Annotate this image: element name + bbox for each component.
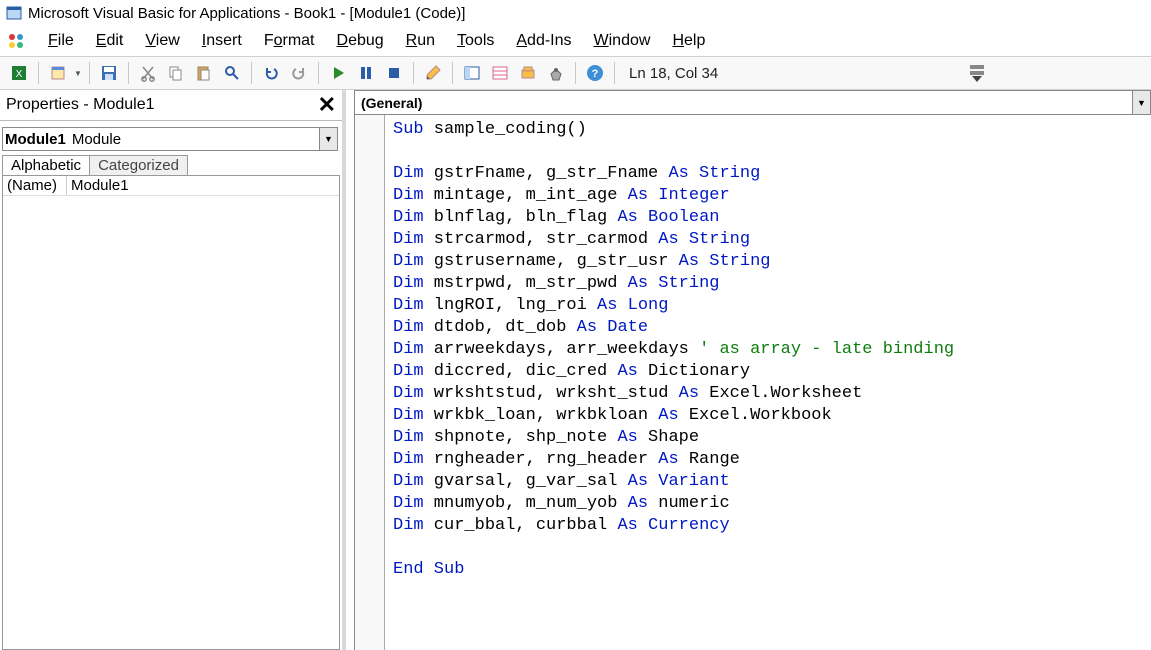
properties-window-button[interactable]	[487, 60, 513, 86]
property-key: (Name)	[3, 176, 67, 195]
menu-view[interactable]: View	[135, 30, 189, 52]
toolbar: X ▼ ? Ln 18, Col 34	[0, 56, 1151, 90]
code-panel: (General) ▼ Sub sample_coding() Dim gstr…	[354, 90, 1151, 650]
main-area: Properties - Module1 ✕ Module1 Module ▼ …	[0, 90, 1151, 650]
svg-text:X: X	[16, 69, 23, 80]
menu-debug[interactable]: Debug	[327, 30, 394, 52]
object-combo[interactable]: (General) ▼	[355, 91, 1151, 114]
properties-tabs: Alphabetic Categorized	[0, 155, 342, 175]
code-body: Sub sample_coding() Dim gstrFname, g_str…	[355, 115, 1151, 650]
menu-help[interactable]: Help	[662, 30, 715, 52]
titlebar: Microsoft Visual Basic for Applications …	[0, 0, 1151, 26]
menu-insert[interactable]: Insert	[192, 30, 252, 52]
chevron-down-icon[interactable]: ▼	[319, 128, 337, 150]
redo-button[interactable]	[286, 60, 312, 86]
object-selector[interactable]: Module1 Module ▼	[2, 127, 338, 151]
svg-text:?: ?	[592, 68, 599, 80]
vba-app-icon	[6, 5, 22, 21]
object-browser-button[interactable]	[515, 60, 541, 86]
view-excel-button[interactable]: X	[6, 60, 32, 86]
menu-file[interactable]: File	[38, 30, 84, 52]
cut-button[interactable]	[135, 60, 161, 86]
design-mode-button[interactable]	[420, 60, 446, 86]
vba-tool-icon	[6, 31, 26, 51]
menu-run[interactable]: Run	[396, 30, 445, 52]
help-button[interactable]: ?	[582, 60, 608, 86]
tab-alphabetic[interactable]: Alphabetic	[2, 155, 90, 175]
window-title: Microsoft Visual Basic for Applications …	[28, 5, 465, 22]
toolbar-overflow[interactable]	[969, 64, 985, 82]
run-button[interactable]	[325, 60, 351, 86]
property-value[interactable]: Module1	[67, 176, 133, 195]
close-icon[interactable]: ✕	[314, 92, 340, 118]
copy-button[interactable]	[163, 60, 189, 86]
find-button[interactable]	[219, 60, 245, 86]
insert-dropdown[interactable]: ▼	[73, 60, 83, 86]
object-name: Module1	[5, 131, 66, 148]
menu-window[interactable]: Window	[584, 30, 661, 52]
paste-button[interactable]	[191, 60, 217, 86]
object-type: Module	[72, 131, 121, 148]
insert-module-button[interactable]	[45, 60, 71, 86]
properties-title: Properties - Module1	[6, 96, 155, 114]
menu-format[interactable]: Format	[254, 30, 325, 52]
object-combo-value: (General)	[361, 95, 422, 111]
properties-grid: (Name) Module1	[2, 175, 340, 650]
menu-edit[interactable]: Edit	[86, 30, 134, 52]
code-header: (General) ▼	[355, 91, 1151, 115]
property-row[interactable]: (Name) Module1	[3, 176, 339, 196]
chevron-down-icon[interactable]: ▼	[1132, 91, 1150, 114]
toolbox-button[interactable]	[543, 60, 569, 86]
code-editor[interactable]: Sub sample_coding() Dim gstrFname, g_str…	[385, 115, 962, 650]
menu-tools[interactable]: Tools	[447, 30, 504, 52]
save-button[interactable]	[96, 60, 122, 86]
menu-addins[interactable]: Add-Ins	[506, 30, 581, 52]
code-gutter	[355, 115, 385, 650]
project-explorer-button[interactable]	[459, 60, 485, 86]
break-button[interactable]	[353, 60, 379, 86]
properties-panel: Properties - Module1 ✕ Module1 Module ▼ …	[0, 90, 346, 650]
properties-header: Properties - Module1 ✕	[0, 90, 342, 121]
menubar: File Edit View Insert Format Debug Run T…	[0, 26, 1151, 56]
reset-button[interactable]	[381, 60, 407, 86]
cursor-position: Ln 18, Col 34	[629, 65, 718, 82]
undo-button[interactable]	[258, 60, 284, 86]
tab-categorized[interactable]: Categorized	[89, 155, 188, 175]
